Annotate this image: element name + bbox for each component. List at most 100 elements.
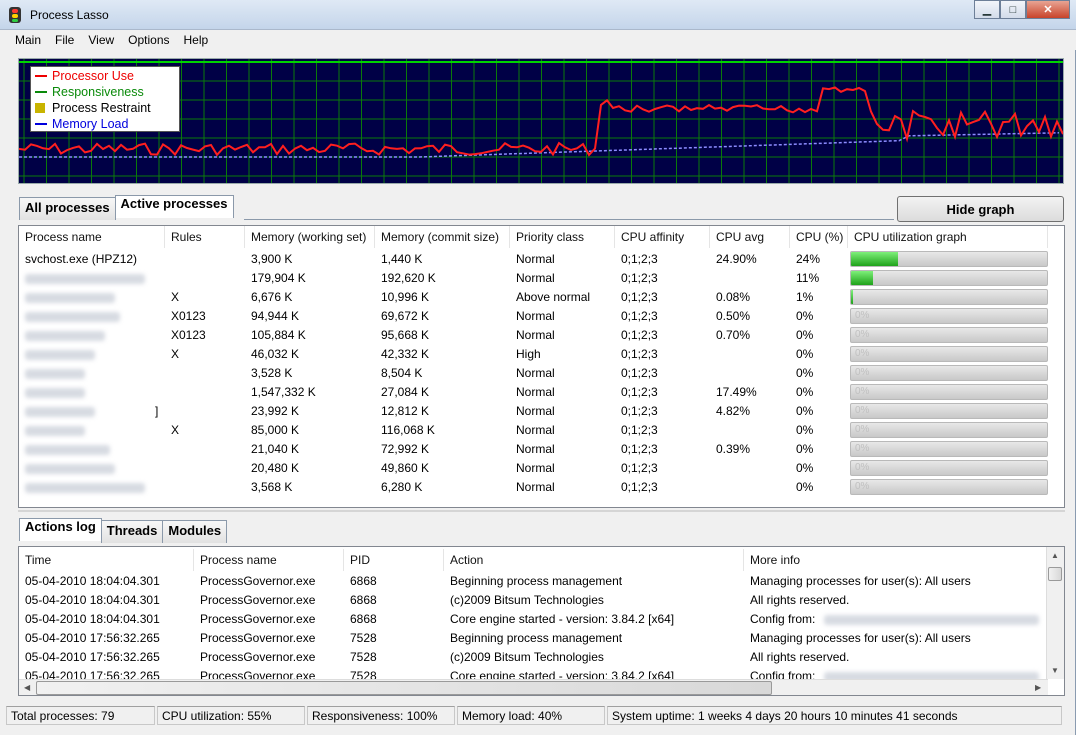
table-row[interactable]: 179,904 K 192,620 K Normal 0;1;2;3 11% xyxy=(19,269,1064,288)
table-row[interactable]: X 6,676 K 10,996 K Above normal 0;1;2;3 0.08%… xyxy=(19,288,1064,307)
redacted-process-name xyxy=(25,331,105,341)
column-header[interactable]: PID xyxy=(344,549,444,571)
maximize-button[interactable]: □ xyxy=(1000,0,1026,19)
hide-graph-button[interactable]: Hide graph xyxy=(897,196,1064,222)
minimize-button[interactable]: ▁ xyxy=(974,0,1000,19)
menu-options[interactable]: Options xyxy=(121,30,176,50)
cell-priority: Normal xyxy=(516,271,555,285)
log-row[interactable]: 05-04-2010 18:04:04.301 ProcessGovernor.e… xyxy=(19,572,1048,591)
cell-cpu: 0% xyxy=(796,309,814,323)
menu-help[interactable]: Help xyxy=(177,30,216,50)
cell-ws: 179,904 K xyxy=(251,271,306,285)
menu-view[interactable]: View xyxy=(81,30,121,50)
bar-label: 0% xyxy=(855,386,870,397)
table-row[interactable]: svchost.exe (HPZ12) 3,900 K 1,440 K Normal 0… xyxy=(19,250,1064,269)
log-cell-time: 05-04-2010 18:04:04.301 xyxy=(25,612,160,626)
column-header[interactable]: Action xyxy=(444,549,744,571)
column-header[interactable]: CPU avg xyxy=(710,226,790,248)
log-row[interactable]: 05-04-2010 17:56:32.265 ProcessGovernor.e… xyxy=(19,629,1048,648)
log-cell-info: All rights reserved. xyxy=(750,650,850,664)
legend-processor-use: Processor Use xyxy=(35,68,175,84)
menu-file[interactable]: File xyxy=(48,30,81,50)
tab-actions-log[interactable]: Actions log xyxy=(19,518,102,541)
column-header[interactable]: Priority class xyxy=(510,226,615,248)
scroll-right-icon[interactable]: ▶ xyxy=(1035,683,1041,692)
cell-affinity: 0;1;2;3 xyxy=(621,480,658,494)
cell-commit: 192,620 K xyxy=(381,271,436,285)
table-row[interactable]: X0123 94,944 K 69,672 K Normal 0;1;2;3 0.50% 0… xyxy=(19,307,1064,326)
table-row[interactable]: 1,547,332 K 27,084 K Normal 0;1;2;3 17.49% 0%… xyxy=(19,383,1064,402)
cell-priority: Normal xyxy=(516,423,555,437)
log-row[interactable]: 05-04-2010 17:56:32.265 ProcessGovernor.e… xyxy=(19,648,1048,667)
log-tabs: Actions log Threads Modules xyxy=(19,518,228,543)
table-row[interactable]: 3,528 K 8,504 K Normal 0;1;2;3 0% 0% xyxy=(19,364,1064,383)
cell-ws: 3,900 K xyxy=(251,252,293,266)
close-icon: ✕ xyxy=(1043,4,1053,16)
bar-label: 0% xyxy=(855,481,870,492)
cell-priority: Normal xyxy=(516,461,555,475)
column-header[interactable]: CPU utilization graph xyxy=(848,226,1048,248)
column-header[interactable]: Time xyxy=(19,549,194,571)
cpu-utilization-bar: 0% xyxy=(850,308,1048,324)
cell-commit: 6,280 K xyxy=(381,480,423,494)
log-cell-pid: 6868 xyxy=(350,593,377,607)
log-vscroll-thumb[interactable] xyxy=(1048,567,1062,581)
scroll-left-icon[interactable]: ◀ xyxy=(24,683,30,692)
column-header[interactable]: Process name xyxy=(19,226,165,248)
menu-main[interactable]: Main xyxy=(8,30,48,50)
cpu-utilization-bar xyxy=(850,270,1048,286)
cell-commit: 42,332 K xyxy=(381,347,430,361)
log-vertical-scrollbar[interactable]: ▲ ▼ xyxy=(1046,547,1064,679)
table-row[interactable]: 20,480 K 49,860 K Normal 0;1;2;3 0% 0% xyxy=(19,459,1064,478)
table-row[interactable]: 21,040 K 72,992 K Normal 0;1;2;3 0.39% 0% 0% xyxy=(19,440,1064,459)
title-bar[interactable]: Process Lasso ▁ □ ✕ xyxy=(0,0,1076,30)
cell-priority: Normal xyxy=(516,366,555,380)
cpu-utilization-bar xyxy=(850,289,1048,305)
close-button[interactable]: ✕ xyxy=(1026,0,1070,19)
legend-responsiveness: Responsiveness xyxy=(35,84,175,100)
cell-ws: 21,040 K xyxy=(251,442,300,456)
redacted-config-path xyxy=(824,615,1039,625)
table-row[interactable]: X 46,032 K 42,332 K High 0;1;2;3 0% 0% xyxy=(19,345,1064,364)
table-row[interactable]: X 85,000 K 116,068 K Normal 0;1;2;3 0% 0% xyxy=(19,421,1064,440)
status-responsiveness: Responsiveness: 100% xyxy=(307,706,455,725)
log-horizontal-scrollbar[interactable]: ◀ ▶ xyxy=(19,679,1048,695)
tab-all-processes[interactable]: All processes xyxy=(19,197,116,220)
bar-label: 0% xyxy=(855,348,870,359)
cell-cpu: 0% xyxy=(796,347,814,361)
process-list[interactable]: Process name Rules Memory (working set) Mem… xyxy=(18,225,1065,508)
table-row[interactable]: ] 23,992 K 12,812 K Normal 0;1;2;3 4.82% 0% 0% xyxy=(19,402,1064,421)
legend-process-restraint: Process Restraint xyxy=(35,100,175,116)
column-header[interactable]: Rules xyxy=(165,226,245,248)
actions-log[interactable]: Time Process name PID Action More info 05-04… xyxy=(18,546,1065,696)
log-cell-time: 05-04-2010 18:04:04.301 xyxy=(25,593,160,607)
table-row[interactable]: X0123 105,884 K 95,668 K Normal 0;1;2;3 0.70%… xyxy=(19,326,1064,345)
cell-cpu: 0% xyxy=(796,423,814,437)
cell-priority: High xyxy=(516,347,541,361)
cell-rules: X0123 xyxy=(171,309,206,323)
column-header[interactable]: Memory (commit size) xyxy=(375,226,510,248)
column-header[interactable]: Process name xyxy=(194,549,344,571)
tab-modules[interactable]: Modules xyxy=(162,520,228,543)
log-row[interactable]: 05-04-2010 18:04:04.301 ProcessGovernor.e… xyxy=(19,610,1048,629)
column-header[interactable]: More info xyxy=(744,549,1048,571)
column-header[interactable]: CPU affinity xyxy=(615,226,710,248)
column-header[interactable]: CPU (%) xyxy=(790,226,848,248)
cell-commit: 27,084 K xyxy=(381,385,430,399)
tab-active-processes[interactable]: Active processes xyxy=(114,195,234,218)
cell-avg: 0.39% xyxy=(716,442,751,456)
cell-cpu: 0% xyxy=(796,442,814,456)
cpu-utilization-bar xyxy=(850,251,1048,267)
cell-affinity: 0;1;2;3 xyxy=(621,461,658,475)
bar-label: 0% xyxy=(855,462,870,473)
scroll-down-icon[interactable]: ▼ xyxy=(1051,666,1059,675)
table-row[interactable]: 3,568 K 6,280 K Normal 0;1;2;3 0% 0% xyxy=(19,478,1064,497)
column-header[interactable]: Memory (working set) xyxy=(245,226,375,248)
cell-priority: Normal xyxy=(516,385,555,399)
scroll-up-icon[interactable]: ▲ xyxy=(1051,551,1059,560)
splitter[interactable] xyxy=(18,510,1065,512)
tab-threads[interactable]: Threads xyxy=(100,520,164,543)
cell-commit: 116,068 K xyxy=(381,423,435,437)
log-row[interactable]: 05-04-2010 18:04:04.301 ProcessGovernor.e… xyxy=(19,591,1048,610)
log-hscroll-thumb[interactable] xyxy=(36,681,772,695)
